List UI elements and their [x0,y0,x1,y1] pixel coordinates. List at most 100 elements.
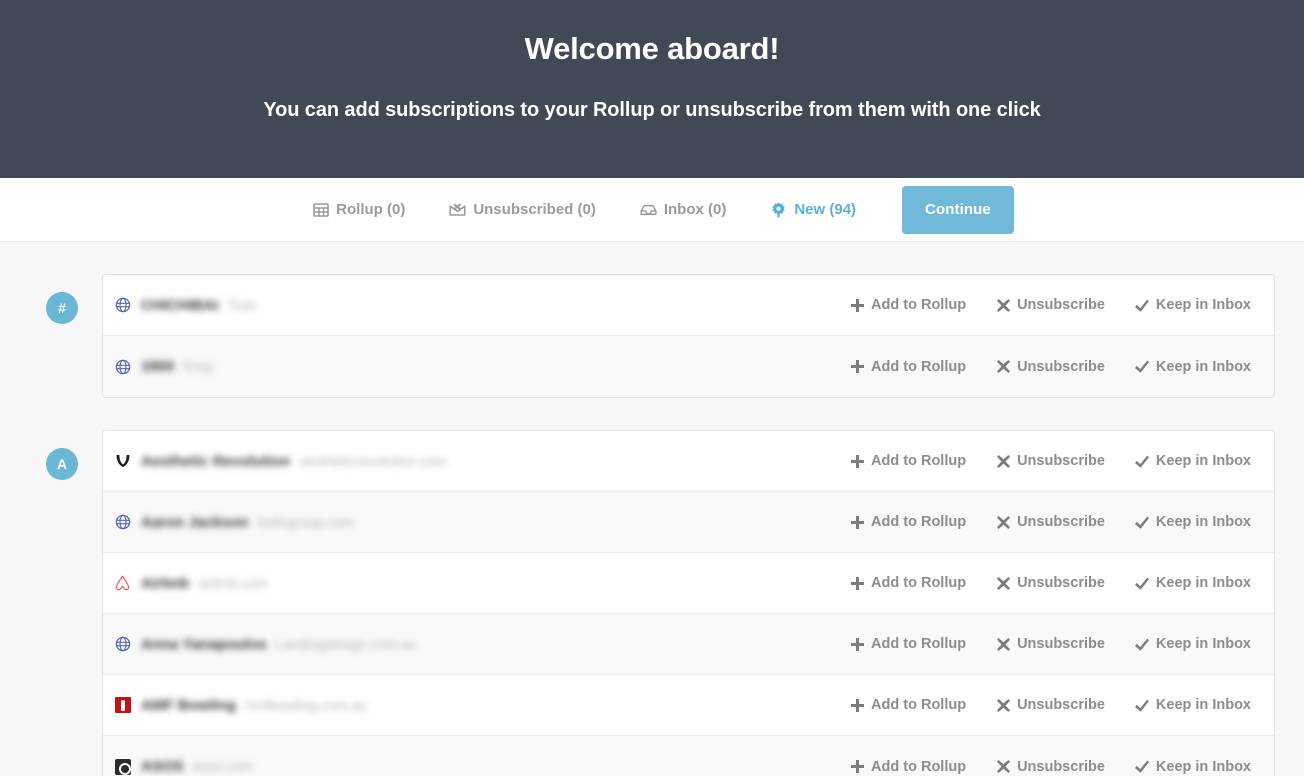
check-icon [1134,760,1149,774]
keep-in-inbox-label: Keep in Inbox [1155,697,1251,713]
sender-name: Aesthetic Revolution [141,452,291,470]
add-to-rollup-label: Add to Rollup [871,697,967,713]
add-to-rollup-button[interactable]: Add to Rollup [835,453,981,469]
unsubscribe-button[interactable]: Unsubscribe [981,575,1120,591]
globe-icon [114,636,131,653]
close-icon [996,515,1010,529]
table-row[interactable]: Aaron Jackson hellogroup.com Add to Roll… [103,492,1274,553]
tab-unsubscribed-label: Unsubscribed (0) [473,201,596,218]
row-actions: Add to Rollup Unsubscribe Keep in Inbox [835,697,1274,713]
keep-in-inbox-label: Keep in Inbox [1155,453,1251,469]
plus-icon [850,298,864,312]
close-icon [996,637,1010,651]
keep-in-inbox-button[interactable]: Keep in Inbox [1120,575,1266,591]
keep-in-inbox-button[interactable]: Keep in Inbox [1120,759,1266,775]
table-row[interactable]: ASOS asos.com Add to Rollup Unsubscribe … [103,736,1274,776]
tab-new-label: New (94) [794,201,857,218]
table-icon [312,201,329,218]
globe-icon [114,358,131,375]
add-to-rollup-label: Add to Rollup [871,514,967,530]
unsubscribe-button[interactable]: Unsubscribe [981,697,1120,713]
crown-icon [114,453,131,470]
unsubscribe-button[interactable]: Unsubscribe [981,514,1120,530]
unsubscribe-label: Unsubscribe [1017,297,1105,313]
envelope-x-icon [449,201,466,218]
close-icon [996,298,1010,312]
add-to-rollup-label: Add to Rollup [871,636,967,652]
sender-domain: Essy [183,358,214,374]
keep-in-inbox-button[interactable]: Keep in Inbox [1120,697,1266,713]
unsubscribe-label: Unsubscribe [1017,697,1105,713]
sender-info: ASOS asos.com [141,758,835,775]
plus-icon [850,637,864,651]
table-row[interactable]: 1800 Essy Add to Rollup Unsubscribe Keep… [103,336,1274,397]
unsubscribe-button[interactable]: Unsubscribe [981,359,1120,375]
dark-circle-icon [114,758,131,775]
plus-icon [850,576,864,590]
check-icon [1134,360,1149,374]
keep-in-inbox-button[interactable]: Keep in Inbox [1120,636,1266,652]
table-row[interactable]: Airbnb airbnb.com Add to Rollup Unsubscr… [103,553,1274,614]
tab-inbox[interactable]: Inbox (0) [618,201,749,218]
table-row[interactable]: AMF Bowling Amfbowling.com.au Add to Rol… [103,675,1274,736]
add-to-rollup-button[interactable]: Add to Rollup [835,359,981,375]
add-to-rollup-button[interactable]: Add to Rollup [835,759,981,775]
keep-in-inbox-button[interactable]: Keep in Inbox [1120,453,1266,469]
add-to-rollup-label: Add to Rollup [871,758,967,775]
sender-name: CHICHIBAI [141,296,219,314]
check-icon [1134,698,1149,712]
keep-in-inbox-button[interactable]: Keep in Inbox [1120,359,1266,375]
add-to-rollup-button[interactable]: Add to Rollup [835,297,981,313]
group-badge: # [46,292,78,324]
sender-info: Anna Yanapoulos Landingdesign.com.au [141,636,835,653]
sender-domain: asos.com [192,758,253,774]
row-actions: Add to Rollup Unsubscribe Keep in Inbox [835,636,1274,652]
unsubscribe-button[interactable]: Unsubscribe [981,759,1120,775]
check-icon [1134,637,1149,651]
sender-domain: Landingdesign.com.au [275,635,417,652]
plus-icon [850,760,864,774]
keep-in-inbox-button[interactable]: Keep in Inbox [1120,514,1266,530]
unsubscribe-button[interactable]: Unsubscribe [981,297,1120,313]
continue-button[interactable]: Continue [902,185,1014,234]
group-badge: A [46,448,78,480]
row-actions: Add to Rollup Unsubscribe Keep in Inbox [835,297,1274,313]
tab-rollup[interactable]: Rollup (0) [290,201,427,218]
subscription-list: # CHICHIBAI Tickr Add to Rollup Unsubscr… [0,242,1304,776]
sender-info: Aesthetic Revolution aestheticrevolution… [141,453,835,470]
sender-name: Aaron Jackson [141,513,249,531]
row-actions: Add to Rollup Unsubscribe Keep in Inbox [835,359,1274,375]
sender-name: ASOS [141,758,184,775]
sender-info: CHICHIBAI Tickr [141,297,835,314]
sender-info: 1800 Essy [141,358,835,375]
tab-unsubscribed[interactable]: Unsubscribed (0) [427,201,618,218]
sender-info: Airbnb airbnb.com [141,575,835,592]
table-row[interactable]: Aesthetic Revolution aestheticrevolution… [103,431,1274,492]
keep-in-inbox-label: Keep in Inbox [1155,575,1251,591]
plus-icon [850,515,864,529]
subscription-group: # CHICHIBAI Tickr Add to Rollup Unsubscr… [0,274,1304,398]
unsubscribe-label: Unsubscribe [1017,514,1105,530]
unsubscribe-button[interactable]: Unsubscribe [981,453,1120,469]
group-card: CHICHIBAI Tickr Add to Rollup Unsubscrib… [102,274,1275,398]
add-to-rollup-button[interactable]: Add to Rollup [835,575,981,591]
add-to-rollup-button[interactable]: Add to Rollup [835,514,981,530]
sender-domain: aestheticrevolution.com [299,452,447,469]
tab-inbox-label: Inbox (0) [663,201,727,218]
add-to-rollup-label: Add to Rollup [871,358,967,375]
row-actions: Add to Rollup Unsubscribe Keep in Inbox [835,514,1274,530]
sender-domain: Tickr [227,296,258,313]
tab-rollup-label: Rollup (0) [336,201,406,218]
sender-name: AMF Bowling [141,696,236,714]
table-row[interactable]: Anna Yanapoulos Landingdesign.com.au Add… [103,614,1274,675]
add-to-rollup-button[interactable]: Add to Rollup [835,636,981,652]
check-icon [1134,298,1149,312]
unsubscribe-button[interactable]: Unsubscribe [981,636,1120,652]
keep-in-inbox-button[interactable]: Keep in Inbox [1120,297,1266,313]
page-title: Welcome aboard! [524,31,780,66]
add-to-rollup-button[interactable]: Add to Rollup [835,697,981,713]
add-to-rollup-label: Add to Rollup [871,453,967,469]
add-to-rollup-label: Add to Rollup [871,575,967,591]
tab-new[interactable]: New (94) [748,201,878,218]
table-row[interactable]: CHICHIBAI Tickr Add to Rollup Unsubscrib… [103,275,1274,336]
